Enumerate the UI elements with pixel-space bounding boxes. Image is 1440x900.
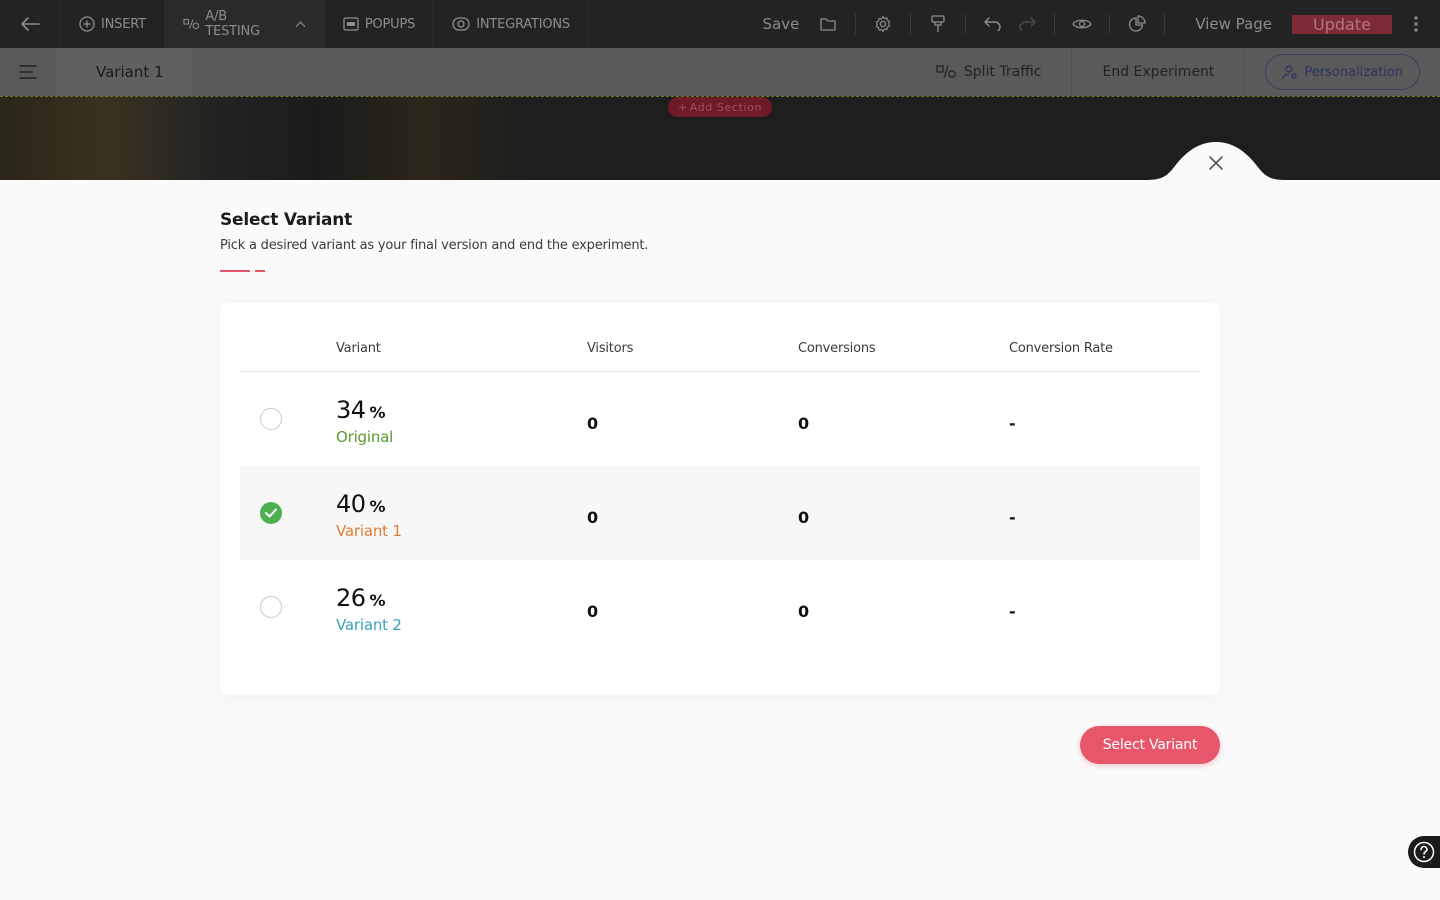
gear-icon xyxy=(876,15,891,33)
column-conversions: Conversions xyxy=(798,341,876,356)
variant-bar: Variant 1 Split Traffic End Experiment P… xyxy=(0,48,1440,96)
plus-circle-icon xyxy=(79,16,95,32)
preview-button[interactable] xyxy=(1065,0,1099,48)
redo-icon xyxy=(1019,17,1037,31)
menu-icon xyxy=(19,65,37,79)
tab-popups[interactable]: POPUPS xyxy=(323,0,433,48)
percent-value: 34 xyxy=(336,396,366,424)
traffic-percent: 26% xyxy=(336,584,386,612)
end-experiment-label: End Experiment xyxy=(1102,64,1215,80)
close-icon xyxy=(1209,156,1223,170)
view-page-button[interactable]: View Page xyxy=(1175,15,1292,33)
add-section-button[interactable]: + Add Section xyxy=(668,97,772,117)
percent-symbol: % xyxy=(369,591,386,610)
current-variant-label[interactable]: Variant 1 xyxy=(56,48,192,96)
back-button[interactable] xyxy=(0,0,60,48)
visitors-value: 0 xyxy=(587,602,599,621)
help-button[interactable] xyxy=(1408,836,1440,868)
column-visitors: Visitors xyxy=(587,341,634,356)
personalization-button[interactable]: Personalization xyxy=(1265,54,1420,90)
more-vertical-icon xyxy=(1414,16,1418,32)
top-toolbar: INSERT A/B TESTING POPUPS INTEGRATIONS S… xyxy=(0,0,1440,48)
popup-icon xyxy=(343,17,359,31)
modal-title: Select Variant xyxy=(220,210,353,230)
personalization-label: Personalization xyxy=(1304,64,1403,80)
format-painter-button[interactable] xyxy=(921,0,955,48)
accent-line-short xyxy=(255,270,265,272)
update-button[interactable]: Update xyxy=(1292,14,1392,34)
tab-popups-label: POPUPS xyxy=(364,16,416,32)
undo-icon xyxy=(984,17,1001,31)
radio-original[interactable] xyxy=(260,408,282,430)
variant-name: Variant 1 xyxy=(336,522,402,540)
hamburger-button[interactable] xyxy=(0,48,56,96)
help-icon xyxy=(1413,841,1435,863)
tab-integrations-label: INTEGRATIONS xyxy=(476,16,570,32)
visitors-value: 0 xyxy=(587,508,599,527)
folder-icon xyxy=(820,18,836,31)
add-section-label: Add Section xyxy=(689,100,763,114)
analytics-button[interactable] xyxy=(1120,0,1154,48)
traffic-percent: 34% xyxy=(336,396,386,424)
integrations-icon xyxy=(452,17,470,31)
conversion-rate-value: - xyxy=(1009,602,1016,621)
settings-button[interactable] xyxy=(866,0,900,48)
tab-integrations[interactable]: INTEGRATIONS xyxy=(433,0,589,48)
end-experiment-button[interactable]: End Experiment xyxy=(1072,48,1246,96)
conversions-value: 0 xyxy=(798,508,810,527)
tab-insert[interactable]: INSERT xyxy=(60,0,164,48)
column-variant: Variant xyxy=(336,341,381,356)
user-settings-icon xyxy=(1282,65,1298,80)
conversion-rate-value: - xyxy=(1009,414,1016,433)
check-icon xyxy=(265,508,277,518)
traffic-percent: 40% xyxy=(336,490,386,518)
split-traffic-button[interactable]: Split Traffic xyxy=(906,48,1073,96)
conversions-value: 0 xyxy=(798,602,810,621)
percent-symbol: % xyxy=(369,403,386,422)
radio-variant-1[interactable] xyxy=(260,502,282,524)
table-row-variant-1[interactable]: 40% Variant 1 0 0 - xyxy=(240,466,1200,560)
chevron-up-icon xyxy=(295,21,306,28)
paint-brush-icon xyxy=(931,15,945,32)
eye-icon xyxy=(1072,19,1093,29)
table-header: Variant Visitors Conversions Conversion … xyxy=(240,331,1200,372)
column-conversion-rate: Conversion Rate xyxy=(1009,341,1113,356)
split-traffic-label: Split Traffic xyxy=(963,64,1042,80)
percent-value: 26 xyxy=(336,584,366,612)
tab-insert-label: INSERT xyxy=(101,16,146,32)
modal-subtitle: Pick a desired variant as your final ver… xyxy=(220,238,649,253)
undo-button[interactable] xyxy=(976,0,1010,48)
tab-ab-testing-label: A/B TESTING xyxy=(205,9,260,39)
conversions-value: 0 xyxy=(798,414,810,433)
hero-image xyxy=(0,96,530,180)
folder-button[interactable] xyxy=(811,0,845,48)
percent-value: 40 xyxy=(336,490,366,518)
ab-icon xyxy=(936,65,956,79)
conversion-rate-value: - xyxy=(1009,508,1016,527)
close-button[interactable] xyxy=(1203,150,1229,176)
percent-symbol: % xyxy=(369,497,386,516)
accent-line-long xyxy=(220,270,250,272)
variants-table-card: Variant Visitors Conversions Conversion … xyxy=(220,303,1220,695)
arrow-left-icon xyxy=(21,17,40,31)
table-row-original[interactable]: 34% Original 0 0 - xyxy=(240,372,1200,466)
visitors-value: 0 xyxy=(587,414,599,433)
save-button[interactable]: Save xyxy=(762,15,799,33)
more-menu-button[interactable] xyxy=(1392,16,1440,32)
radio-variant-2[interactable] xyxy=(260,596,282,618)
pie-chart-icon xyxy=(1129,15,1146,32)
variant-name: Variant 2 xyxy=(336,616,402,634)
ab-icon xyxy=(183,18,200,30)
redo-button[interactable] xyxy=(1010,0,1044,48)
select-variant-button[interactable]: Select Variant xyxy=(1080,726,1220,764)
variant-name: Original xyxy=(336,428,394,446)
plus-icon: + xyxy=(677,100,688,114)
table-row-variant-2[interactable]: 26% Variant 2 0 0 - xyxy=(240,560,1200,654)
tab-ab-testing[interactable]: A/B TESTING xyxy=(163,0,324,48)
